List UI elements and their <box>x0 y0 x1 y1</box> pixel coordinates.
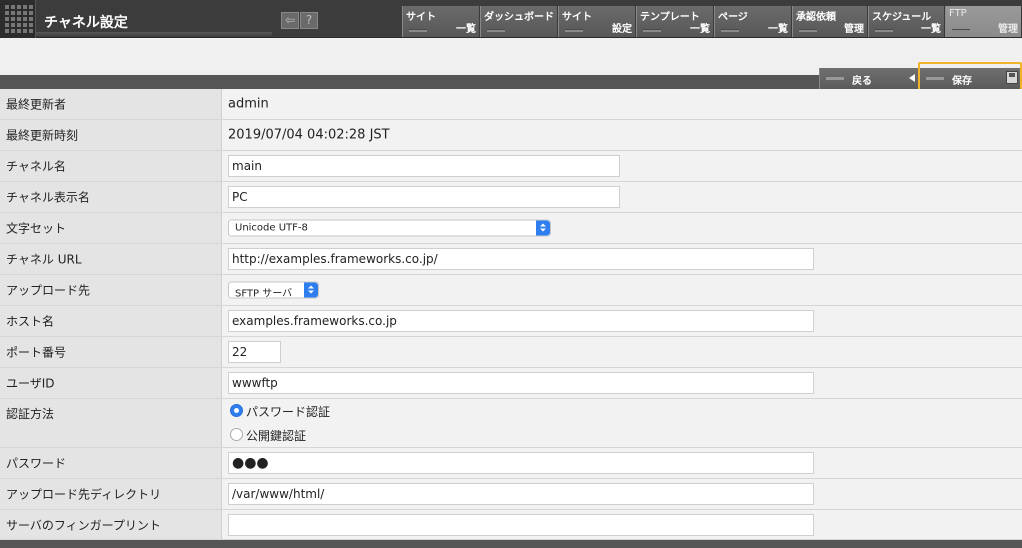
host-input[interactable] <box>228 310 814 332</box>
page-title: チャネル設定 <box>44 15 128 31</box>
channel-url-input[interactable] <box>228 248 814 270</box>
field-label: アップロード先 <box>6 283 91 298</box>
field-label: アップロード先ディレクトリ <box>6 487 162 502</box>
upload-dir-input[interactable] <box>228 483 814 505</box>
nav-approval-manage[interactable]: 承認依頼 管理 <box>792 6 868 37</box>
field-label: ユーザID <box>6 376 55 391</box>
select-arrows-icon <box>304 282 318 298</box>
nav-dashboard[interactable]: ダッシュボード <box>480 6 558 37</box>
port-input[interactable] <box>228 341 281 363</box>
nav-site-settings[interactable]: サイト 設定 <box>558 6 636 37</box>
main-nav: サイト 一覧 ダッシュボード サイト 設定 テンプレート 一覧 ページ 一覧 承… <box>402 6 1022 37</box>
field-label: チャネル名 <box>6 159 66 174</box>
field-label: 文字セット <box>6 221 67 236</box>
row-channel-name: チャネル名 <box>0 151 1022 182</box>
back-button[interactable]: 戻る <box>819 68 919 89</box>
save-button[interactable]: 保存 <box>920 68 1021 89</box>
row-last-updated-by: 最終更新者 admin <box>0 89 1022 120</box>
field-label: パスワード <box>6 456 67 471</box>
field-label: 最終更新時刻 <box>6 128 79 143</box>
title-underline <box>36 32 272 36</box>
radio-unchecked-icon <box>230 428 243 441</box>
row-channel-url: チャネル URL <box>0 244 1022 275</box>
row-host: ホスト名 <box>0 306 1022 337</box>
field-label: 最終更新者 <box>6 97 67 112</box>
upload-target-select[interactable]: SFTP サーバ <box>228 281 319 300</box>
nav-ftp-manage[interactable]: FTP 管理 <box>945 6 1022 37</box>
field-label: サーバのフィンガープリント <box>6 518 161 532</box>
app-logo-icon[interactable] <box>0 0 36 38</box>
field-label: チャネル URL <box>6 252 82 267</box>
field-label: ポート番号 <box>6 345 67 360</box>
help-icon[interactable]: ? <box>300 12 318 29</box>
last-updated-at-value: 2019/07/04 04:02:28 JST <box>228 127 390 143</box>
password-input[interactable] <box>228 452 814 474</box>
row-port: ポート番号 <box>0 337 1022 368</box>
row-upload-target: アップロード先 SFTP サーバ <box>0 275 1022 306</box>
row-auth-method: 認証方法 パスワード認証 公開鍵認証 <box>0 399 1022 448</box>
row-upload-dir: アップロード先ディレクトリ <box>0 479 1022 510</box>
nav-site-list[interactable]: サイト 一覧 <box>402 6 480 37</box>
channel-settings-form: 最終更新者 admin 最終更新時刻 2019/07/04 04:02:28 J… <box>0 89 1022 540</box>
nav-page-list[interactable]: ページ 一覧 <box>714 6 792 37</box>
row-last-updated-at: 最終更新時刻 2019/07/04 04:02:28 JST <box>0 120 1022 151</box>
select-arrows-icon <box>536 220 550 236</box>
back-button-label: 戻る <box>852 76 872 87</box>
row-password: パスワード <box>0 448 1022 479</box>
fingerprint-input[interactable] <box>228 513 814 536</box>
action-toolbar: 戻る 保存 <box>819 68 1022 89</box>
nav-schedule-list[interactable]: スケジュール 一覧 <box>868 6 945 37</box>
user-id-input[interactable] <box>228 372 814 394</box>
exit-icon[interactable]: ⇦ <box>281 12 299 29</box>
row-user-id: ユーザID <box>0 368 1022 399</box>
bottom-bar <box>0 540 1022 548</box>
last-updated-by-value: admin <box>228 96 269 112</box>
charset-select[interactable]: Unicode UTF-8 <box>228 219 551 237</box>
radio-checked-icon <box>230 404 243 417</box>
floppy-disk-icon <box>1006 71 1018 84</box>
row-channel-display-name: チャネル表示名 <box>0 182 1022 213</box>
field-label: 認証方法 <box>6 407 55 421</box>
back-arrow-icon <box>909 74 915 82</box>
save-button-label: 保存 <box>952 76 972 87</box>
row-charset: 文字セット Unicode UTF-8 <box>0 213 1022 244</box>
app-header: チャネル設定 ⇦ ? サイト 一覧 ダッシュボード サイト 設定 テンプレート … <box>0 0 1022 38</box>
channel-name-input[interactable] <box>228 155 620 177</box>
field-label: ホスト名 <box>6 314 55 329</box>
channel-display-name-input[interactable] <box>228 186 620 208</box>
nav-template-list[interactable]: テンプレート 一覧 <box>636 6 714 37</box>
row-fingerprint: サーバのフィンガープリント <box>0 510 1022 540</box>
field-label: チャネル表示名 <box>6 190 90 205</box>
